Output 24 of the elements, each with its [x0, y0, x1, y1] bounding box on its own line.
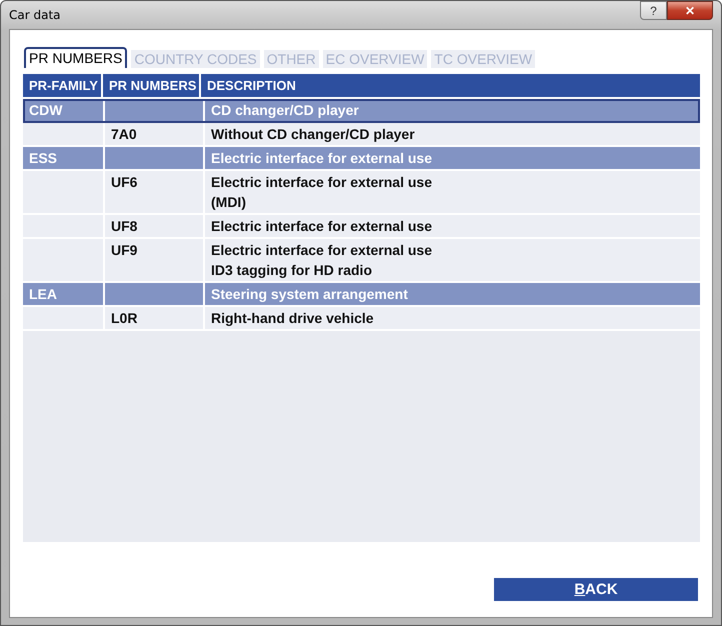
help-button[interactable]: ?	[640, 1, 667, 20]
table-cell: Steering system arrangement	[211, 286, 408, 302]
table-cell: UF6	[111, 174, 138, 190]
window-title: Car data	[9, 8, 61, 22]
table-cell: UF9	[111, 242, 138, 258]
back-button[interactable]: BACK	[494, 578, 698, 601]
column-header: PR NUMBERS	[109, 78, 196, 93]
table-cell: CDW	[29, 102, 62, 118]
table-cell: Electric interface for external use (MDI)	[211, 174, 432, 210]
close-button[interactable]: ✕	[667, 1, 713, 20]
table-cell: Electric interface for external use	[211, 150, 432, 166]
table-cell: Electric interface for external use ID3 tagging for HD radio	[211, 242, 432, 278]
table-cell: L0R	[111, 310, 138, 326]
column-header: PR-FAMILY	[29, 78, 98, 93]
table-cell: 7A0	[111, 126, 137, 142]
table-cell: CD changer/CD player	[211, 102, 359, 118]
column-header: DESCRIPTION	[207, 78, 296, 93]
table-cell: ESS	[29, 150, 58, 166]
table-cell: Right-hand drive vehicle	[211, 310, 374, 326]
table-cell: LEA	[29, 286, 57, 302]
table-cell: Electric interface for external use	[211, 218, 432, 234]
tab[interactable]: PR NUMBERS	[24, 47, 128, 68]
table-cell: Without CD changer/CD player	[211, 126, 415, 142]
table-cell: UF8	[111, 218, 138, 234]
